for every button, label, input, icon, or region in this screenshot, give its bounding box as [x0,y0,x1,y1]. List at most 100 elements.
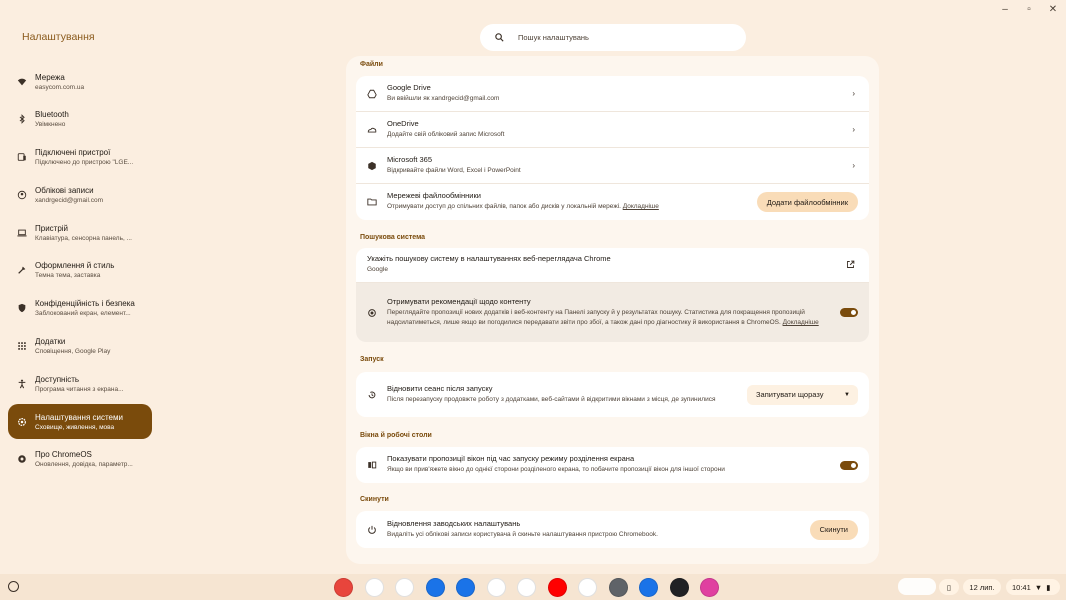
sidebar-item-personalization[interactable]: Оформлення й стиль Темна тема, заставка [8,253,152,288]
learn-more-link[interactable]: Докладніше [783,319,819,326]
phone-hub-icon[interactable]: ▯ [939,579,959,595]
row-subtitle: Переглядайте пропозиції нових додатків і… [387,308,832,329]
history-icon [367,390,377,400]
sidebar-item-sublabel: easycom.com.ua [35,83,85,91]
wifi-status-icon: ▼ [1034,582,1043,592]
chrome-search-engine-row[interactable]: Укажіть пошукову систему в налаштуваннях… [356,248,869,283]
sidebar-item-label: Конфіденційність і безпека [35,299,135,309]
minimize-icon[interactable]: – [998,4,1012,15]
content-recommendations-toggle[interactable] [840,308,858,317]
split-screen-suggestions-row: Показувати пропозиції вікон під час запу… [356,447,869,483]
laptop-icon [16,227,27,238]
sidebar-item-label: Додатки [35,337,66,347]
sidebar-item-accounts[interactable]: Облікові записи xandrgecid@gmail.com [8,177,152,212]
add-file-share-button[interactable]: Додати файлообмінник [756,192,858,212]
reset-button[interactable]: Скинути [809,519,858,540]
split-screen-suggestions-toggle[interactable] [840,460,858,470]
docs-app-icon[interactable] [395,578,414,597]
row-subtitle: Додайте свій обліковий запис Microsoft [387,130,505,138]
row-title: OneDrive [387,118,419,128]
meet-app-icon[interactable] [486,578,506,597]
shelf: ▯ 12 лип. 10:41 ▼ ▮ [0,574,1066,600]
section-title-startup: Запуск [360,356,384,363]
search-icon [495,33,504,42]
files-card: Google Drive Ви ввійшли як xandrgecid@gma… [356,76,869,220]
row-subtitle: Отримувати доступ до спільних файлів, па… [387,202,659,213]
sidebar-item-sublabel: Програма читання з екрана... [35,385,124,393]
sidebar-item-network[interactable]: Мережа easycom.com.ua [8,64,152,99]
custom-app-2-icon[interactable] [669,578,689,597]
account-icon [16,189,27,200]
power-icon [367,525,377,535]
row-title: Відновити сеанс після запуску [387,383,493,393]
microsoft-365-row[interactable]: Microsoft 365 Відкривайте файли Word, Exc… [356,148,869,184]
accessibility-icon [16,378,27,389]
sidebar-item-label: Bluetooth [35,110,69,120]
restore-session-select[interactable]: Запитувати щоразу ▼ [747,384,858,405]
row-subtitle: Відкривайте файли Word, Excel і PowerPoi… [387,166,521,174]
sidebar-item-bluetooth[interactable]: Bluetooth Увімкнено [8,102,152,137]
sidebar-item-apps[interactable]: Додатки Сповіщення, Google Play [8,329,152,364]
messages-app-icon[interactable] [456,578,475,597]
chromeos-icon [16,454,27,465]
sidebar-item-label: Мережа [35,72,65,82]
launcher-icon[interactable] [8,581,19,592]
sidebar-item-sublabel: Клавіатура, сенсорна панель, ... [35,234,132,242]
app-title: Налаштування [22,31,95,43]
google-drive-icon [367,89,377,99]
row-subtitle: Ви ввійшли як xandrgecid@gmail.com [387,94,500,102]
network-file-shares-row: Мережеві файлообмінники Отримувати доступ… [356,184,869,220]
sidebar-item-system-preferences[interactable]: Налаштування системи Сховище, живлення, м… [8,404,152,440]
photos-app-icon[interactable] [578,578,597,597]
row-title: Укажіть пошукову систему в налаштуваннях… [367,254,611,264]
folder-network-icon [367,197,377,207]
play-store-app-icon[interactable] [517,578,536,597]
maximize-icon[interactable]: ▫ [1022,4,1036,15]
row-subtitle-text: Переглядайте пропозиції нових додатків і… [387,308,805,327]
reset-card: Відновлення заводських налаштувань Видалі… [356,511,869,548]
files-app-icon[interactable] [425,578,445,597]
custom-app-1-icon[interactable] [639,578,658,597]
sidebar-item-label: Оформлення й стиль [35,261,115,271]
row-title: Отримувати рекомендації щодо контенту [387,296,531,306]
chrome-app-icon[interactable] [334,578,353,597]
sidebar-item-about-chromeos[interactable]: Про ChromeOS Оновлення, довідка, параметр… [8,442,152,477]
status-area[interactable]: 10:41 ▼ ▮ [1006,579,1060,595]
sidebar-item-device[interactable]: Пристрій Клавіатура, сенсорна панель, ... [8,215,152,250]
window-controls: – ▫ ✕ [998,4,1060,15]
settings-app-icon[interactable] [608,578,628,597]
row-subtitle-text: Отримувати доступ до спільних файлів, па… [387,203,621,211]
onedrive-row[interactable]: OneDrive Додайте свій обліковий запис Mic… [356,112,869,148]
search-bar[interactable] [480,24,746,51]
sidebar-item-accessibility[interactable]: Доступність Програма читання з екрана... [8,366,152,401]
chevron-right-icon: › [852,125,855,134]
sidebar-item-label: Про ChromeOS [35,450,92,460]
sidebar-item-connected-devices[interactable]: Підключені пристрої Підключено до пристро… [8,140,152,175]
date-display[interactable]: 12 лип. [963,579,1001,595]
section-title-reset: Скинути [360,496,389,503]
youtube-app-icon[interactable] [547,578,567,597]
sidebar-item-label: Пристрій [35,223,69,233]
row-title: Відновлення заводських налаштувань [387,518,521,528]
custom-app-3-icon[interactable] [700,578,719,597]
sidebar-item-privacy[interactable]: Конфіденційність і безпека Заблокований е… [8,291,152,326]
clock-time: 10:41 [1012,582,1031,592]
shelf-apps [334,578,719,597]
search-input[interactable] [518,33,718,42]
open-external-icon[interactable] [846,260,855,271]
battery-icon: ▮ [1046,582,1051,592]
gmail-app-icon[interactable] [364,578,384,597]
section-title-search-engine: Пошукова система [360,234,426,241]
sidebar-item-sublabel: Сповіщення, Google Play [35,348,111,356]
tray-media[interactable] [898,578,936,595]
row-title: Microsoft 365 [387,154,433,164]
settings-panel: Файли Google Drive Ви ввійшли як xandrgec… [346,56,879,564]
row-subtitle: Google [367,266,388,274]
learn-more-link[interactable]: Докладніше [623,203,659,210]
radio-bulb-icon [367,308,377,318]
chevron-right-icon: › [852,89,855,98]
google-drive-row[interactable]: Google Drive Ви ввійшли як xandrgecid@gma… [356,76,869,112]
search-engine-card: Укажіть пошукову систему в налаштуваннях… [356,248,869,342]
close-icon[interactable]: ✕ [1046,4,1060,15]
row-title: Показувати пропозиції вікон під час запу… [387,454,635,464]
